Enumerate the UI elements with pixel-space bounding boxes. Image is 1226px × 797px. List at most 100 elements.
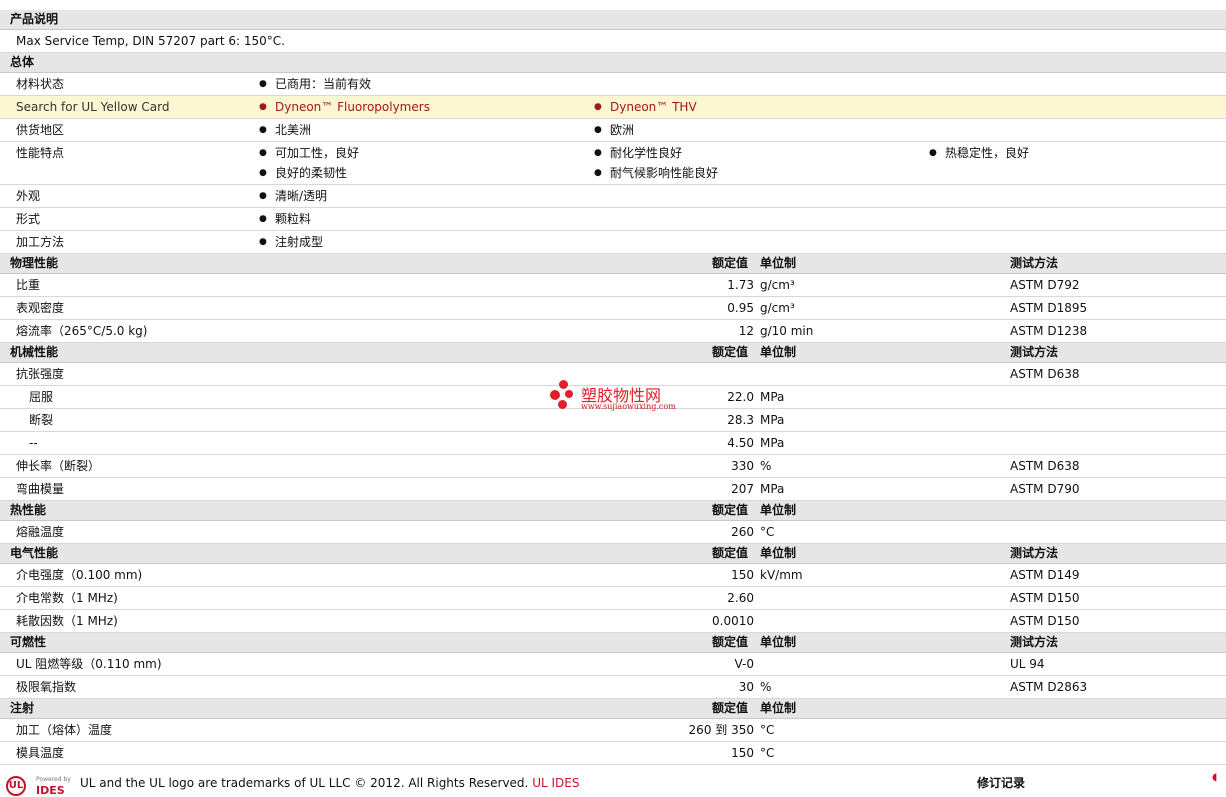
bullet-item: 可加工性，良好 bbox=[259, 146, 359, 161]
row-test: ASTM D149 bbox=[1010, 568, 1080, 582]
row-test: ASTM D150 bbox=[1010, 591, 1080, 605]
table-row: 熔流率（265°C/5.0 kg) 12 g/10 min ASTM D1238 bbox=[0, 320, 1226, 343]
row-value: 0.95 bbox=[727, 301, 754, 315]
row-value: 30 bbox=[738, 680, 754, 694]
section-flammability: 可燃性 额定值 单位制 测试方法 bbox=[0, 633, 1226, 653]
row-label: 熔融温度 bbox=[16, 525, 65, 539]
row-value: 260 到 350 bbox=[688, 723, 754, 737]
watermark-url: www.sujiaowuxing.com bbox=[581, 402, 676, 411]
row-value: V-0 bbox=[734, 657, 754, 671]
table-row: 介电常数（1 MHz) 2.60 ASTM D150 bbox=[0, 587, 1226, 610]
header-rated: 额定值 bbox=[712, 546, 749, 560]
row-test: ASTM D2863 bbox=[1010, 680, 1088, 694]
row-label: 性能特点 bbox=[16, 146, 65, 160]
section-electrical: 电气性能 额定值 单位制 测试方法 bbox=[0, 544, 1226, 564]
description-text: Max Service Temp, DIN 57207 part 6: 150°… bbox=[16, 34, 285, 48]
section-mechanical: 机械性能 额定值 单位制 测试方法 bbox=[0, 343, 1226, 363]
bullet-item: 耐气候影响性能良好 bbox=[594, 166, 718, 181]
header-test: 测试方法 bbox=[1010, 546, 1059, 560]
ul-logo-icon: UL bbox=[6, 776, 26, 796]
row-label: 形式 bbox=[16, 212, 41, 226]
table-row: 比重 1.73 g/cm³ ASTM D792 bbox=[0, 274, 1226, 297]
row-unit: kV/mm bbox=[760, 568, 803, 582]
ul-ides-link[interactable]: UL IDES bbox=[532, 776, 579, 790]
header-test: 测试方法 bbox=[1010, 256, 1059, 270]
copyright-text: UL and the UL logo are trademarks of UL … bbox=[80, 776, 529, 790]
row-value: 150 bbox=[731, 746, 754, 760]
section-general: 总体 bbox=[0, 53, 1226, 73]
row-label: 加工方法 bbox=[16, 235, 65, 249]
header-rated: 额定值 bbox=[712, 635, 749, 649]
header-unit: 单位制 bbox=[760, 345, 797, 359]
row-value: 2.60 bbox=[727, 591, 754, 605]
revision-history-link[interactable]: 修订记录 bbox=[977, 774, 1025, 791]
section-title: 热性能 bbox=[10, 503, 47, 517]
section-title: 机械性能 bbox=[10, 345, 59, 359]
bullet-item: 北美洲 bbox=[259, 123, 311, 138]
header-rated: 额定值 bbox=[712, 503, 749, 517]
row-label: 耗散因数（1 MHz) bbox=[16, 614, 118, 628]
table-row: 伸长率（断裂） 330 % ASTM D638 bbox=[0, 455, 1226, 478]
row-label: 屈服 bbox=[29, 390, 54, 404]
row-value: 1.73 bbox=[727, 278, 754, 292]
row-label: 模具温度 bbox=[16, 746, 65, 760]
ides-logo: IDES bbox=[36, 784, 65, 797]
table-row: UL 阻燃等级（0.110 mm) V-0 UL 94 bbox=[0, 653, 1226, 676]
row-value: 0.0010 bbox=[712, 614, 754, 628]
table-row: 表观密度 0.95 g/cm³ ASTM D1895 bbox=[0, 297, 1226, 320]
row-supply-region: 供货地区 北美洲 欧洲 bbox=[0, 119, 1226, 142]
section-thermal: 热性能 额定值 单位制 bbox=[0, 501, 1226, 521]
header-rated: 额定值 bbox=[712, 345, 749, 359]
header-unit: 单位制 bbox=[760, 256, 797, 270]
header-test: 测试方法 bbox=[1010, 635, 1059, 649]
table-row: 介电强度（0.100 mm) 150 kV/mm ASTM D149 bbox=[0, 564, 1226, 587]
row-label: 极限氧指数 bbox=[16, 680, 77, 694]
row-label: UL 阻燃等级（0.110 mm) bbox=[16, 657, 162, 671]
ul-mark-icon: ◖ bbox=[1212, 772, 1218, 783]
row-label: Search for UL Yellow Card bbox=[16, 100, 170, 114]
bullet-item: 热稳定性，良好 bbox=[929, 146, 1029, 161]
bullet-item: 欧洲 bbox=[594, 123, 634, 138]
link-dyneon-fluoropolymers[interactable]: Dyneon™ Fluoropolymers bbox=[259, 100, 430, 115]
row-test: ASTM D638 bbox=[1010, 367, 1080, 381]
section-title: 总体 bbox=[10, 55, 35, 69]
row-value: 28.3 bbox=[727, 413, 754, 427]
bullet-item: 良好的柔韧性 bbox=[259, 166, 347, 181]
header-unit: 单位制 bbox=[760, 701, 797, 715]
row-value: 330 bbox=[731, 459, 754, 473]
bullet-item: 注射成型 bbox=[259, 235, 323, 250]
section-title: 可燃性 bbox=[10, 635, 47, 649]
section-physical: 物理性能 额定值 单位制 测试方法 bbox=[0, 254, 1226, 274]
powered-by-label: Powered by bbox=[36, 776, 71, 783]
watermark-logo-icon bbox=[550, 380, 578, 410]
bullet-item: 清晰/透明 bbox=[259, 189, 327, 204]
row-test: ASTM D150 bbox=[1010, 614, 1080, 628]
header-rated: 额定值 bbox=[712, 256, 749, 270]
footer: UL Powered by IDES UL and the UL logo ar… bbox=[0, 772, 1226, 797]
footer-copyright: UL and the UL logo are trademarks of UL … bbox=[80, 776, 579, 790]
bullet-item: 已商用：当前有效 bbox=[259, 77, 371, 92]
bullet-item: 耐化学性良好 bbox=[594, 146, 682, 161]
table-row: 加工（熔体）温度 260 到 350 °C bbox=[0, 719, 1226, 742]
row-test: ASTM D1895 bbox=[1010, 301, 1088, 315]
link-dyneon-thv[interactable]: Dyneon™ THV bbox=[594, 100, 697, 115]
row-ul-yellow-card: Search for UL Yellow Card Dyneon™ Fluoro… bbox=[0, 96, 1226, 119]
row-value: 12 bbox=[738, 324, 754, 338]
header-unit: 单位制 bbox=[760, 635, 797, 649]
header-unit: 单位制 bbox=[760, 503, 797, 517]
header-test: 测试方法 bbox=[1010, 345, 1059, 359]
table-row: 耗散因数（1 MHz) 0.0010 ASTM D150 bbox=[0, 610, 1226, 633]
row-unit: g/cm³ bbox=[760, 301, 795, 315]
row-unit: MPa bbox=[760, 436, 785, 450]
row-value: 22.0 bbox=[727, 390, 754, 404]
header-unit: 单位制 bbox=[760, 546, 797, 560]
row-test: ASTM D790 bbox=[1010, 482, 1080, 496]
row-process-method: 加工方法 注射成型 bbox=[0, 231, 1226, 254]
row-features: 性能特点 可加工性，良好 耐化学性良好 热稳定性，良好 良好的柔韧性 耐气候影响… bbox=[0, 142, 1226, 185]
table-row: 模具温度 150 °C bbox=[0, 742, 1226, 765]
row-label: 弯曲模量 bbox=[16, 482, 65, 496]
row-material-status: 材料状态 已商用：当前有效 bbox=[0, 73, 1226, 96]
section-title: 物理性能 bbox=[10, 256, 59, 270]
row-label: 伸长率（断裂） bbox=[16, 459, 101, 473]
row-label: -- bbox=[29, 436, 38, 450]
